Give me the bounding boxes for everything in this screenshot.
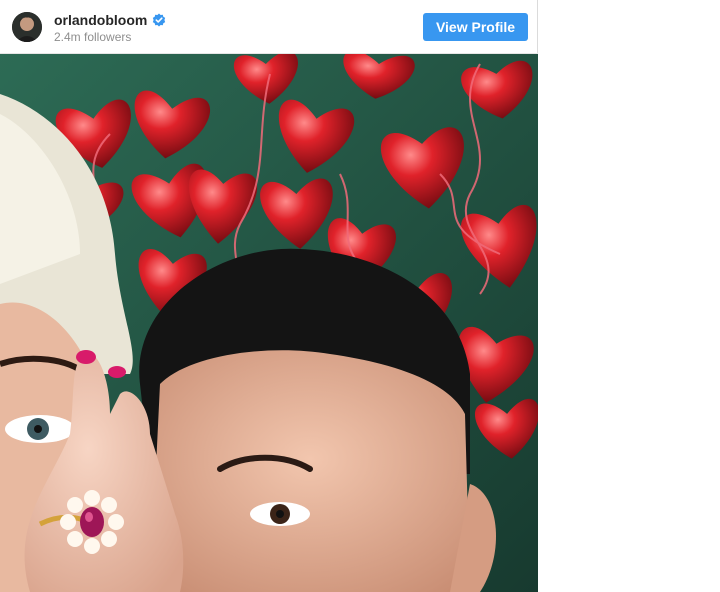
follower-count: 2.4m followers — [54, 30, 132, 44]
post-image[interactable] — [0, 54, 538, 592]
username-link[interactable]: orlandobloom — [54, 12, 147, 28]
verified-badge-icon — [152, 13, 166, 27]
view-profile-button[interactable]: View Profile — [423, 13, 528, 41]
username-row: orlandobloom — [54, 12, 166, 28]
instagram-embed: orlandobloom 2.4m followers View Profile — [0, 0, 538, 592]
avatar[interactable] — [12, 12, 42, 42]
post-header: orlandobloom 2.4m followers View Profile — [0, 0, 538, 54]
